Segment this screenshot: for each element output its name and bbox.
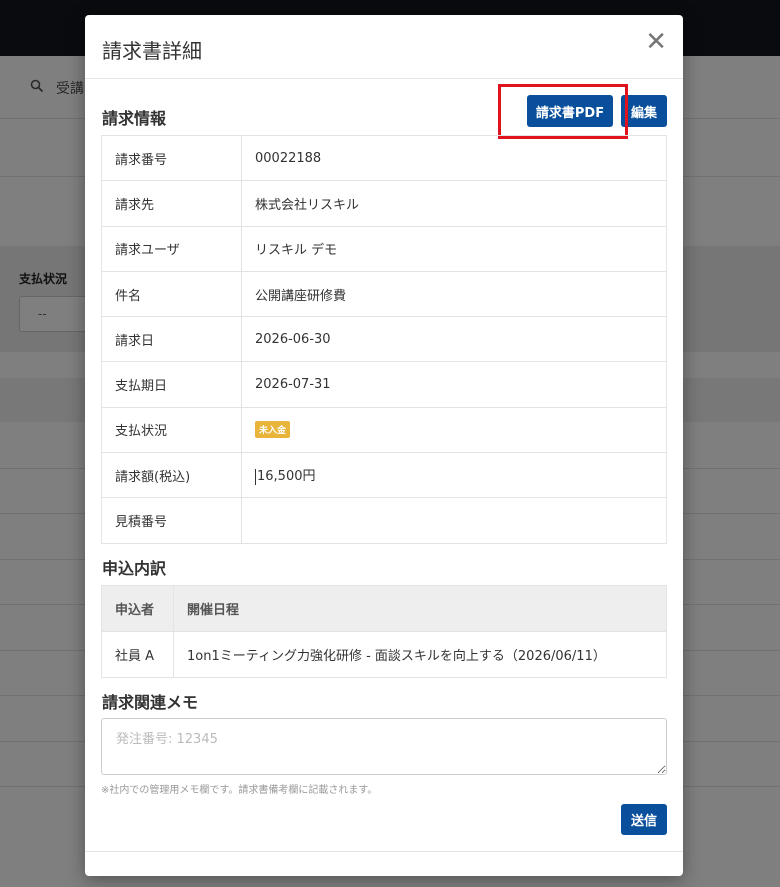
invoice-amount: 16,500円 (257, 469, 316, 485)
table-row: 請求番号 00022188 (101, 134, 667, 182)
field-label: 請求額(税込) (101, 452, 242, 499)
billing-section-title: 請求情報 (102, 109, 167, 128)
table-row: 支払状況 未入金 (101, 406, 667, 454)
field-label: 件名 (101, 270, 242, 318)
subject: 公開講座研修費 (241, 270, 667, 318)
schedule-cell: 1on1ミーティング力強化研修 - 面談スキルを向上する（2026/06/11） (173, 631, 667, 678)
table-row: 見積番号 (101, 497, 667, 544)
field-label: 支払状況 (101, 406, 242, 454)
amount-cell: 16,500円 (241, 452, 667, 499)
memo-help-text: ※社内での管理用メモ欄です。請求書備考欄に記載されます。 (101, 785, 378, 796)
field-label: 支払期日 (101, 361, 242, 408)
field-label: 請求日 (101, 316, 242, 363)
field-label: 請求先 (101, 180, 242, 227)
billing-recipient: 株式会社リスキル (241, 180, 667, 227)
table-row: 請求額(税込) 16,500円 (101, 452, 667, 499)
invoice-detail-modal: 請求書詳細 ✕ 請求情報 請求書PDF 編集 請求番号 00022188 請求先… (85, 15, 683, 876)
memo-textarea[interactable] (101, 718, 667, 775)
table-row: 件名 公開講座研修費 (101, 270, 667, 318)
invoice-date: 2026-06-30 (241, 316, 667, 363)
table-row: 請求ユーザ リスキル デモ (101, 225, 667, 272)
invoice-number: 00022188 (241, 134, 667, 182)
column-header-applicant: 申込者 (101, 585, 174, 632)
due-date: 2026-07-31 (241, 361, 667, 408)
table-row: 社員 A 1on1ミーティング力強化研修 - 面談スキルを向上する（2026/0… (101, 631, 667, 678)
breakdown-section-title: 申込内訳 (102, 559, 167, 578)
breakdown-table: 申込者 開催日程 社員 A 1on1ミーティング力強化研修 - 面談スキルを向上… (101, 585, 667, 678)
table-row: 請求先 株式会社リスキル (101, 180, 667, 227)
modal-header: 請求書詳細 ✕ (85, 15, 683, 79)
text-cursor (255, 468, 256, 485)
close-icon[interactable]: ✕ (645, 29, 667, 55)
memo-section-title: 請求関連メモ (102, 693, 199, 712)
table-row: 支払期日 2026-07-31 (101, 361, 667, 408)
table-row: 請求日 2026-06-30 (101, 316, 667, 363)
estimate-number (241, 497, 667, 544)
billing-user: リスキル デモ (241, 225, 667, 272)
payment-status-cell: 未入金 (241, 406, 667, 454)
modal-title: 請求書詳細 (102, 39, 202, 63)
field-label: 請求ユーザ (101, 225, 242, 272)
billing-info-table: 請求番号 00022188 請求先 株式会社リスキル 請求ユーザ リスキル デモ… (101, 134, 667, 544)
field-label: 見積番号 (101, 497, 242, 544)
submit-button[interactable]: 送信 (621, 804, 667, 835)
modal-footer-divider (85, 851, 683, 852)
field-label: 請求番号 (101, 134, 242, 182)
status-badge: 未入金 (255, 421, 291, 439)
highlight-annotation (498, 84, 628, 139)
table-header-row: 申込者 開催日程 (101, 585, 667, 632)
applicant-cell: 社員 A (101, 631, 174, 678)
column-header-schedule: 開催日程 (173, 585, 667, 632)
